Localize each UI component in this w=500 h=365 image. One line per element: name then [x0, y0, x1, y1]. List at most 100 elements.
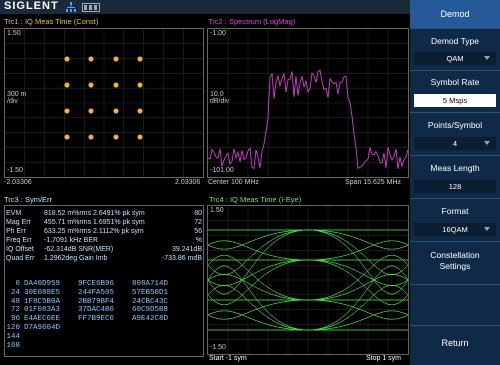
- symbol-hex: E4AEC6EE: [24, 315, 61, 324]
- metric-extra: 80: [194, 210, 202, 217]
- softkey-menu: Demod Demod Type QAM Symbol Rate 5 Msps …: [410, 0, 500, 365]
- metric-label: Ph Err: [6, 228, 26, 235]
- symbol-index: 48: [10, 297, 20, 306]
- metric-value: 455.71 m%rms 1.6951% pk sym: [44, 219, 145, 226]
- metric-label: Freq Err: [6, 237, 32, 244]
- symbol-hex: 1F8C5B0A: [24, 297, 61, 306]
- symbol-index: 72: [10, 306, 20, 315]
- network-icon: [66, 2, 76, 12]
- trc2-title: Trc2 : Spectrum (LogMag): [208, 17, 296, 26]
- symbol-index: 96: [10, 315, 20, 324]
- metric-row: Ph Err 633.25 m%rms 2.1112% pk sym 56: [6, 228, 202, 237]
- trc1-x-right: 2.03306: [175, 179, 201, 186]
- constellation-point: [88, 56, 94, 62]
- constellation-settings-button[interactable]: Constellation Settings: [410, 250, 500, 272]
- constellation-point: [88, 82, 94, 88]
- top-status-bar: [0, 0, 410, 14]
- trc4-eye-panel[interactable]: 1.50 -1.50: [207, 205, 409, 355]
- symbol-rate-input[interactable]: 5 Msps: [414, 94, 496, 107]
- constellation-point: [64, 134, 70, 140]
- return-button[interactable]: Return: [410, 338, 500, 348]
- metric-extra: 56: [194, 228, 202, 235]
- trc4-x-left: Start -1 sym: [209, 355, 247, 362]
- constellation-point: [137, 56, 143, 62]
- trc1-title: Trc1 : IQ Meas Time (Const): [4, 17, 99, 26]
- constellation-point: [64, 56, 70, 62]
- chevron-down-icon: [484, 227, 490, 231]
- symbol-index: 120: [6, 324, 20, 332]
- trc1-constellation-panel[interactable]: 1.50 300 m /div -1.50: [4, 28, 204, 178]
- metric-row: Quad Err 1.2962deg Gain Imb -733.86 mdB: [6, 255, 202, 264]
- constellation-point: [64, 82, 70, 88]
- format-value: 16QAM: [442, 225, 468, 234]
- metric-value: 1.2962deg Gain Imb: [44, 255, 108, 262]
- symbol-index: 0: [15, 280, 20, 288]
- constellation-point: [137, 108, 143, 114]
- metric-extra: %: [195, 237, 202, 244]
- symbol-hex: D7A9604D: [24, 324, 61, 332]
- symbol-hex: 57EB50D1: [132, 288, 169, 297]
- metric-value: 818.52 m%rms 2.6491% pk sym: [44, 210, 145, 217]
- symbol-hex: 30E088E5: [24, 288, 61, 297]
- constellation-point: [113, 108, 119, 114]
- eye-diagram-plot: [208, 206, 408, 354]
- trc1-x-left: -2.03306: [4, 179, 32, 186]
- constellation-point: [137, 134, 143, 140]
- metric-extra: 39.241dB: [172, 246, 202, 253]
- symbol-rate-value: 5 Msps: [442, 96, 468, 105]
- symbol-hex: 244FA505: [78, 288, 115, 297]
- meas-length-value: 128: [448, 182, 462, 191]
- metric-extra: -733.86 mdB: [161, 255, 202, 262]
- metric-row: EVM 818.52 m%rms 2.6491% pk sym 80: [6, 210, 202, 219]
- trc4-x-right: Stop 1 sym: [366, 355, 402, 362]
- points-per-symbol-label: Points/Symbol: [427, 120, 483, 130]
- meas-length-input[interactable]: 128: [414, 180, 496, 193]
- symbol-hex: 01F083A3: [24, 306, 61, 315]
- metric-value: -62.314dB SNR(MER): [44, 246, 114, 253]
- chevron-down-icon: [484, 56, 490, 60]
- symbol-hex: FF7B9EC6: [78, 315, 115, 324]
- demod-type-value: QAM: [446, 54, 464, 63]
- metric-value: -1.7091 kHz BER: [44, 237, 99, 244]
- meas-length-label: Meas Length: [430, 163, 480, 173]
- symbol-hex: DA40D959: [24, 280, 61, 288]
- trc4-title: Trc4 : IQ Meas Time (I-Eye): [209, 195, 302, 204]
- metric-extra: 72: [194, 219, 202, 226]
- menu-header-demod[interactable]: Demod: [410, 0, 500, 28]
- metric-label: Quad Err: [6, 255, 35, 262]
- trc2-spectrum-panel[interactable]: -1.00 10.0 dB/div -101.00: [207, 28, 409, 178]
- symbol-rate-label: Symbol Rate: [430, 77, 480, 87]
- trc2-x-right: Span 15.625 MHz: [345, 179, 402, 186]
- metric-row: Mag Err 455.71 m%rms 1.6951% pk sym 72: [6, 219, 202, 228]
- spectrum-plot: [208, 29, 408, 177]
- constellation-plot: [5, 29, 203, 177]
- constellation-point: [113, 56, 119, 62]
- points-per-symbol-value: 4: [452, 139, 458, 148]
- metric-row: IQ Offset -62.314dB SNR(MER) 39.241dB: [6, 246, 202, 255]
- symbol-hex: 2BB79BF4: [78, 297, 115, 306]
- metric-label: IQ Offset: [6, 246, 34, 253]
- constellation-point: [137, 82, 143, 88]
- constellation-point: [113, 134, 119, 140]
- format-label: Format: [441, 206, 469, 216]
- trc2-x-left: Center 100 MHz: [208, 179, 259, 186]
- symbol-hex: 808A714D: [132, 280, 169, 288]
- constellation-point: [88, 134, 94, 140]
- points-per-symbol-select[interactable]: 4: [414, 137, 496, 150]
- constellation-point: [113, 82, 119, 88]
- metric-row: Freq Err -1.7091 kHz BER%: [6, 237, 202, 246]
- metric-value: 633.25 m%rms 2.1112% pk sym: [44, 228, 144, 235]
- symbol-hex: A9E42C8D: [132, 315, 169, 324]
- demod-type-select[interactable]: QAM: [414, 52, 496, 65]
- brand-logo: SIGLENT: [4, 0, 59, 12]
- symbol-hex: 60C9D5B8: [132, 306, 169, 315]
- constellation-point: [64, 108, 70, 114]
- symbol-index: 24: [10, 288, 20, 297]
- constellation-point: [88, 108, 94, 114]
- symbol-index: 168: [6, 341, 20, 350]
- symbol-index: 144: [6, 332, 20, 341]
- format-select[interactable]: 16QAM: [414, 223, 496, 236]
- demod-type-label: Demod Type: [430, 36, 480, 46]
- symbol-hex: 9FCE6B96: [78, 280, 115, 288]
- symbol-hex: 24CBC43C: [132, 297, 169, 306]
